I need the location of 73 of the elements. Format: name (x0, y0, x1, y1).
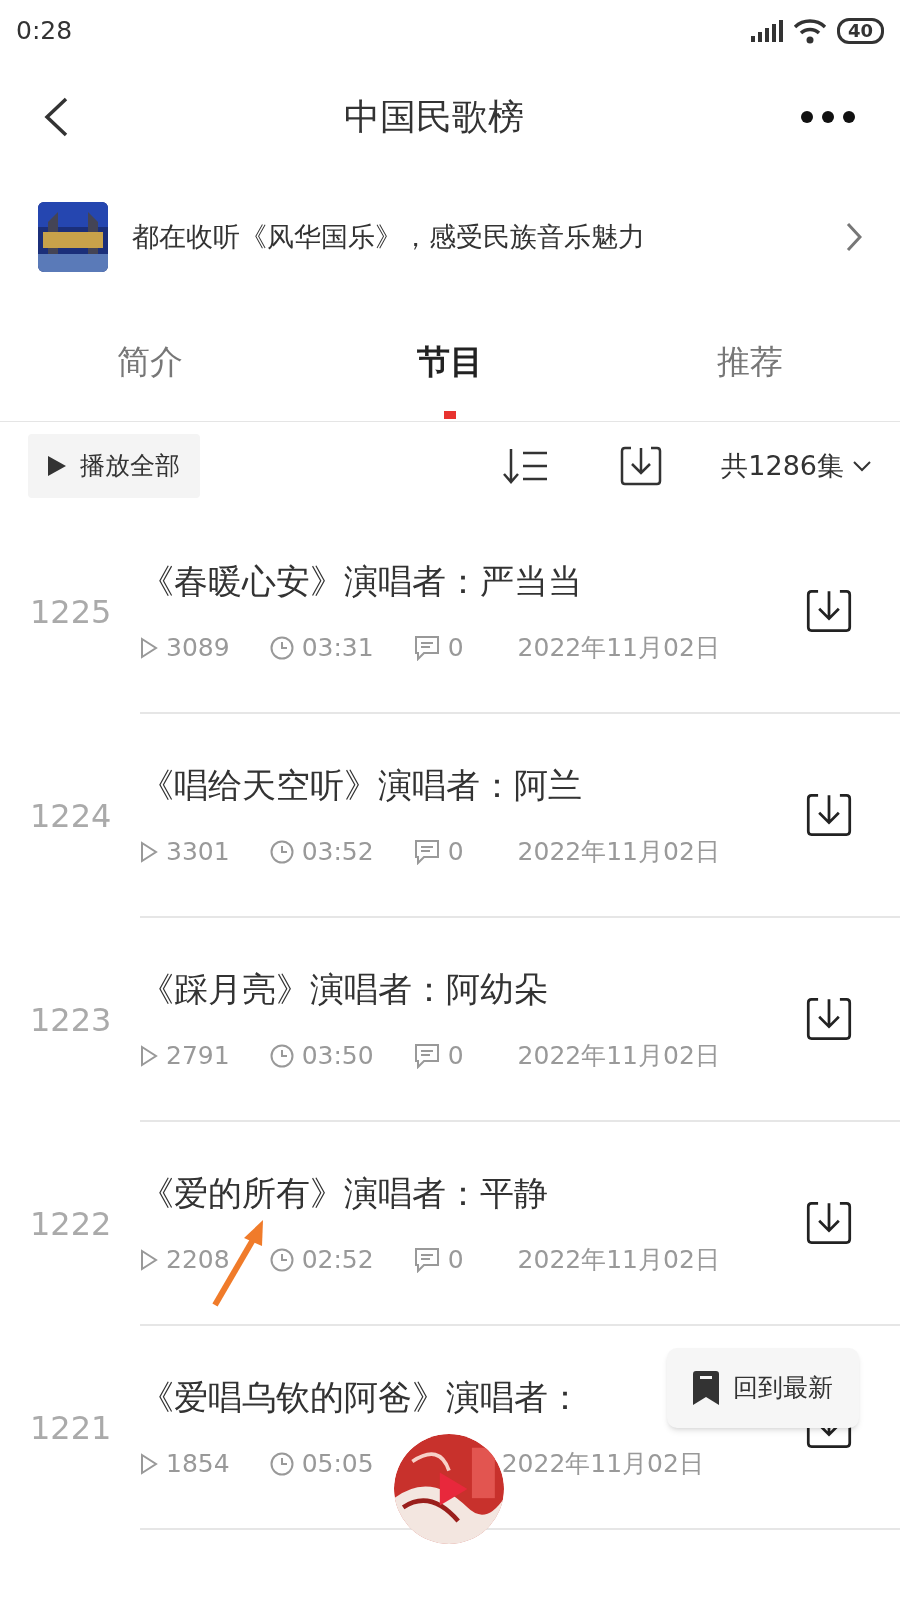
play-count-icon (140, 636, 158, 659)
download-icon[interactable] (619, 444, 664, 488)
back-icon[interactable] (44, 97, 68, 137)
episode-number: 1222 (29, 1204, 113, 1245)
episode-title: 《爱唱乌钦的阿爸》演唱者： (140, 1375, 582, 1419)
episode-date: 2022年11月02日 (501, 1447, 704, 1480)
comment-count: 0 (447, 631, 464, 664)
sort-icon[interactable] (503, 447, 550, 485)
download-icon[interactable] (804, 587, 854, 635)
episode-number: 1221 (29, 1408, 113, 1449)
duration: 05:05 (301, 1447, 374, 1480)
signal-icon (750, 20, 783, 42)
episode-title: 《踩月亮》演唱者：阿幼朵 (140, 967, 548, 1011)
episode-date: 2022年11月02日 (517, 835, 720, 868)
back-to-latest-toast[interactable]: 回到最新 (667, 1348, 859, 1428)
comment-icon (413, 1042, 440, 1069)
download-icon[interactable] (804, 791, 854, 839)
promo-banner[interactable]: 都在收听《风华国乐》，感受民族音乐魅力 (0, 172, 900, 302)
battery-icon: 40 (836, 18, 884, 44)
clock-icon (269, 1043, 294, 1068)
duration: 02:52 (301, 1243, 374, 1276)
play-count: 3301 (166, 835, 230, 868)
bookmark-icon (693, 1371, 719, 1405)
play-all-button[interactable]: 播放全部 (28, 434, 200, 498)
wifi-icon (792, 18, 827, 44)
chevron-down-icon (852, 460, 872, 472)
more-icon[interactable] (800, 110, 856, 124)
episode-date: 2022年11月02日 (517, 631, 720, 664)
duration: 03:50 (301, 1039, 374, 1072)
download-icon[interactable] (804, 995, 854, 1043)
tab[interactable]: 节目 (300, 302, 600, 421)
episode-count-dropdown[interactable]: 共1286集 (721, 445, 872, 487)
episode-date: 2022年11月02日 (517, 1039, 720, 1072)
episode-row[interactable]: 1223 《踩月亮》演唱者：阿幼朵 2791 03:50 0 2022年11月02日 (0, 918, 900, 1122)
play-count-icon (140, 1248, 158, 1271)
status-time: 0:28 (16, 15, 73, 48)
comment-count: 0 (447, 835, 464, 868)
banner-text: 都在收听《风华国乐》，感受民族音乐魅力 (132, 219, 646, 254)
clock-icon (269, 635, 294, 660)
episode-title: 《唱给天空听》演唱者：阿兰 (140, 763, 582, 807)
play-count: 1854 (166, 1447, 230, 1480)
play-count: 2208 (166, 1243, 230, 1276)
comment-count: 0 (447, 1243, 464, 1276)
episode-number: 1224 (29, 796, 113, 837)
clock-icon (269, 1247, 294, 1272)
duration: 03:52 (301, 835, 374, 868)
tab[interactable]: 推荐 (600, 302, 900, 421)
episode-row[interactable]: 1225 《春暖心安》演唱者：严当当 3089 03:31 0 2022年11月02日 (0, 510, 900, 714)
play-count-icon (140, 1044, 158, 1067)
episode-row[interactable]: 1224 《唱给天空听》演唱者：阿兰 3301 03:52 0 2022年11月02日 (0, 714, 900, 918)
download-icon[interactable] (804, 1199, 854, 1247)
play-count: 3089 (166, 631, 230, 664)
page-title: 中国民歌榜 (344, 95, 524, 139)
episode-title: 《春暖心安》演唱者：严当当 (140, 559, 582, 603)
comment-icon (413, 634, 440, 661)
tab-indicator (444, 411, 456, 419)
play-count-icon (140, 840, 158, 863)
play-count: 2791 (166, 1039, 230, 1072)
tab[interactable]: 简介 (0, 302, 300, 421)
episode-row[interactable]: 1222 《爱的所有》演唱者：平静 2208 02:52 0 2022年11月02日 (0, 1122, 900, 1326)
episode-title: 《爱的所有》演唱者：平静 (140, 1171, 548, 1215)
play-icon (48, 456, 66, 476)
duration: 03:31 (301, 631, 374, 664)
clock-icon (269, 1451, 294, 1476)
chevron-right-icon (846, 222, 862, 252)
play-count-icon (140, 1452, 158, 1475)
episode-number: 1223 (29, 1000, 113, 1041)
comment-count: 0 (447, 1039, 464, 1072)
comment-icon (413, 1246, 440, 1273)
clock-icon (269, 839, 294, 864)
episode-date: 2022年11月02日 (517, 1243, 720, 1276)
comment-icon (413, 838, 440, 865)
episode-number: 1225 (29, 592, 113, 633)
